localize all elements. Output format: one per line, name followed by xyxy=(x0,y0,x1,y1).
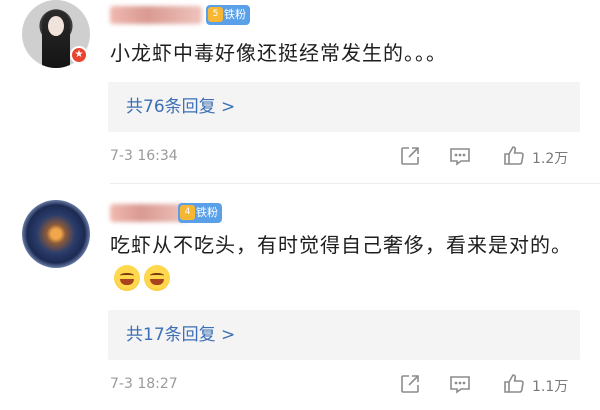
divider xyxy=(110,183,600,184)
share-icon[interactable] xyxy=(398,144,422,168)
username-blurred[interactable] xyxy=(110,204,188,222)
emoji-grin-icon xyxy=(144,265,170,291)
fan-badge[interactable]: 4 铁粉 xyxy=(178,203,222,223)
like-icon[interactable] xyxy=(502,144,526,168)
comment-text: 吃虾从不吃头，有时觉得自己奢侈，看来是对的。 xyxy=(110,228,580,296)
comment-time: 7-3 18:27 xyxy=(110,376,178,392)
comment-meta: 7-3 16:34 1.2万 xyxy=(110,144,580,170)
fan-level-icon: 4 xyxy=(180,205,195,220)
comment-time: 7-3 16:34 xyxy=(110,148,178,164)
share-icon[interactable] xyxy=(398,372,422,396)
comment-meta: 7-3 18:27 1.1万 xyxy=(110,372,580,398)
view-replies-button[interactable]: 共17条回复 > xyxy=(108,310,580,360)
view-replies-button[interactable]: 共76条回复 > xyxy=(108,82,580,132)
fan-badge[interactable]: 5 铁粉 xyxy=(206,5,250,25)
comment-icon[interactable] xyxy=(448,144,472,168)
fan-badge-label: 铁粉 xyxy=(224,8,246,21)
fan-badge-label: 铁粉 xyxy=(196,206,218,219)
like-count: 1.1万 xyxy=(532,379,569,395)
verified-star-icon: ★ xyxy=(70,46,88,64)
like-count: 1.2万 xyxy=(532,151,569,167)
avatar-face xyxy=(48,16,64,36)
comment-icon[interactable] xyxy=(448,372,472,396)
comment-text: 小龙虾中毒好像还挺经常发生的。。。 xyxy=(110,41,447,65)
fan-level-icon: 5 xyxy=(208,7,223,22)
username-blurred[interactable] xyxy=(110,6,202,24)
like-icon[interactable] xyxy=(502,372,526,396)
comment-item: ★ 5 铁粉 小龙虾中毒好像还挺经常发生的。。。 共76条回复 > 7-3 16… xyxy=(0,0,600,185)
comment-text-content: 吃虾从不吃头，有时觉得自己奢侈，看来是对的。 xyxy=(110,233,572,257)
avatar[interactable] xyxy=(22,200,90,268)
emoji-grin-icon xyxy=(114,265,140,291)
comment-item: 4 铁粉 吃虾从不吃头，有时觉得自己奢侈，看来是对的。 共17条回复 > 7-3… xyxy=(0,190,600,410)
